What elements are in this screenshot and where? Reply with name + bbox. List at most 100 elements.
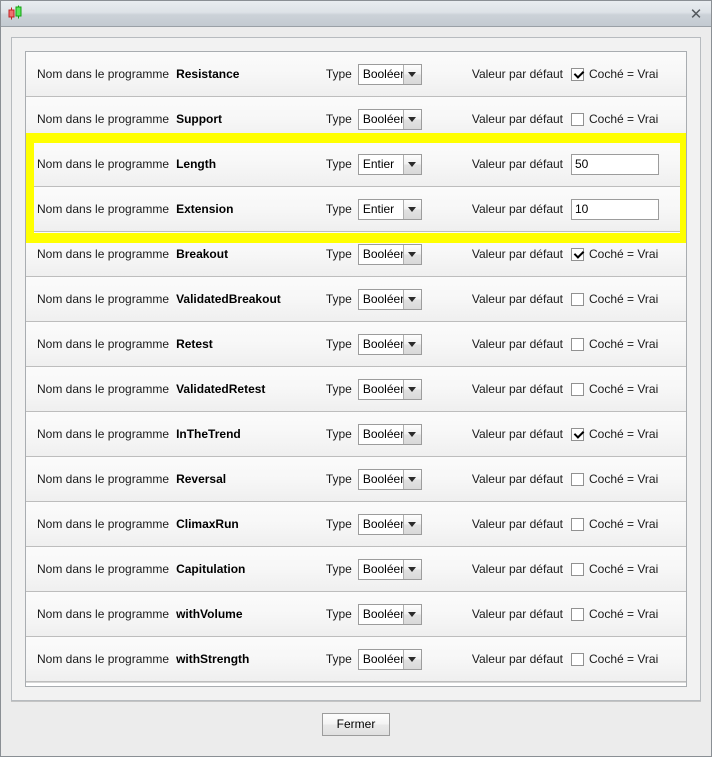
type-dropdown[interactable]: Booléen [357, 603, 422, 625]
type-dropdown-value: Booléen [358, 64, 403, 84]
checkbox-unchecked-icon[interactable] [571, 652, 584, 666]
chevron-down-icon [402, 469, 421, 489]
checkbox-unchecked-icon[interactable] [571, 337, 584, 351]
default-value-checkbox-cell[interactable]: Coché = Vrai [571, 427, 686, 441]
parameter-name: Resistance [176, 67, 240, 81]
parameter-name: InTheTrend [176, 427, 241, 441]
checkbox-label: Coché = Vrai [589, 337, 659, 351]
table-row: Nom dans le programme Breakout Type Booléen… [26, 232, 686, 277]
parameter-name: Extension [176, 202, 234, 216]
checkbox-label: Coché = Vrai [589, 112, 659, 126]
type-dropdown[interactable]: Booléen [357, 468, 422, 490]
default-value-label: Valeur par défaut [471, 67, 563, 81]
chevron-down-glyph [408, 566, 417, 572]
parameter-name: withVolume [176, 607, 243, 621]
type-label: Type [325, 157, 352, 171]
parameter-list-panel: Nom dans le programme Resistance Type Boolé… [25, 51, 687, 687]
type-dropdown[interactable]: Booléen [357, 108, 422, 130]
default-value-checkbox-cell[interactable]: Coché = Vrai [571, 247, 686, 261]
default-value-checkbox-cell[interactable]: Coché = Vrai [571, 112, 686, 126]
type-dropdown-value: Booléen [358, 289, 403, 309]
type-label: Type [325, 607, 352, 621]
type-dropdown[interactable]: Booléen [357, 333, 422, 355]
window-close-button[interactable]: ✕ [681, 1, 711, 26]
table-row: Nom dans le programme withVolume Type Boolé… [26, 592, 686, 637]
row-name-label: Nom dans le programme [37, 112, 170, 126]
default-value-checkbox-cell[interactable]: Coché = Vrai [571, 337, 686, 351]
chevron-down-icon [402, 559, 421, 579]
content-frame: Nom dans le programme Resistance Type Boolé… [11, 37, 701, 701]
parameter-name: Reversal [176, 472, 227, 486]
chevron-down-glyph [408, 611, 417, 617]
checkbox-unchecked-icon[interactable] [571, 517, 584, 531]
row-name-label: Nom dans le programme [37, 427, 170, 441]
default-value-label: Valeur par défaut [471, 382, 563, 396]
row-name-label: Nom dans le programme [37, 472, 170, 486]
checkbox-unchecked-icon[interactable] [571, 562, 584, 576]
type-dropdown[interactable]: Booléen [357, 243, 422, 265]
close-button[interactable]: Fermer [321, 712, 391, 736]
default-value-label: Valeur par défaut [471, 202, 563, 216]
type-dropdown-value: Booléen [358, 334, 403, 354]
default-value-checkbox-cell[interactable]: Coché = Vrai [571, 472, 686, 486]
type-dropdown[interactable]: Entier [357, 198, 422, 220]
table-row: Nom dans le programme InTheTrend Type Boolé… [26, 412, 686, 457]
table-row: Nom dans le programme Resistance Type Boolé… [26, 52, 686, 97]
parameter-name: withStrength [176, 652, 250, 666]
type-label: Type [325, 427, 352, 441]
checkbox-label: Coché = Vrai [589, 562, 659, 576]
type-dropdown[interactable]: Booléen [357, 648, 422, 670]
chevron-down-icon [402, 64, 421, 84]
parameter-name: ValidatedRetest [176, 382, 266, 396]
parameter-name: Retest [176, 337, 213, 351]
type-dropdown[interactable]: Booléen [357, 63, 422, 85]
checkbox-checked-icon[interactable] [571, 247, 584, 261]
default-value-checkbox-cell[interactable]: Coché = Vrai [571, 382, 686, 396]
default-value-checkbox-cell[interactable]: Coché = Vrai [571, 607, 686, 621]
list-empty-trailing-row [26, 682, 686, 686]
default-value-checkbox-cell[interactable]: Coché = Vrai [571, 517, 686, 531]
type-dropdown[interactable]: Booléen [357, 288, 422, 310]
type-dropdown[interactable]: Entier [357, 153, 422, 175]
checkbox-unchecked-icon[interactable] [571, 607, 584, 621]
type-label: Type [325, 652, 352, 666]
type-dropdown[interactable]: Booléen [357, 423, 422, 445]
default-value-input-cell [571, 198, 686, 220]
default-value-checkbox-cell[interactable]: Coché = Vrai [571, 292, 686, 306]
default-value-checkbox-cell[interactable]: Coché = Vrai [571, 562, 686, 576]
chevron-down-icon [402, 109, 421, 129]
type-label: Type [325, 337, 352, 351]
table-row: Nom dans le programme withStrength Type Boo… [26, 637, 686, 682]
row-name-label: Nom dans le programme [37, 247, 170, 261]
type-dropdown-value: Booléen [358, 469, 403, 489]
chevron-down-icon [402, 154, 421, 174]
type-dropdown[interactable]: Booléen [357, 378, 422, 400]
row-name-label: Nom dans le programme [37, 157, 170, 171]
chevron-down-glyph [408, 161, 417, 167]
parameter-rows-host: Nom dans le programme Resistance Type Boolé… [26, 52, 686, 682]
checkbox-unchecked-icon[interactable] [571, 382, 584, 396]
chevron-down-icon [402, 334, 421, 354]
checkbox-label: Coché = Vrai [589, 607, 659, 621]
checkbox-unchecked-icon[interactable] [571, 292, 584, 306]
default-value-input[interactable] [571, 198, 659, 220]
type-dropdown[interactable]: Booléen [357, 513, 422, 535]
default-value-checkbox-cell[interactable]: Coché = Vrai [571, 67, 686, 81]
checkbox-unchecked-icon[interactable] [571, 472, 584, 486]
dialog-body: Nom dans le programme Resistance Type Boolé… [1, 27, 711, 756]
default-value-label: Valeur par défaut [471, 562, 563, 576]
type-dropdown-value: Booléen [358, 559, 403, 579]
type-label: Type [325, 517, 352, 531]
chevron-down-icon [402, 424, 421, 444]
type-label: Type [325, 247, 352, 261]
default-value-input[interactable] [571, 153, 659, 175]
checkbox-checked-icon[interactable] [571, 67, 584, 81]
default-value-checkbox-cell[interactable]: Coché = Vrai [571, 652, 686, 666]
type-dropdown[interactable]: Booléen [357, 558, 422, 580]
type-label: Type [325, 202, 352, 216]
row-name-label: Nom dans le programme [37, 607, 170, 621]
checkbox-unchecked-icon[interactable] [571, 112, 584, 126]
checkbox-checked-icon[interactable] [571, 427, 584, 441]
checkbox-label: Coché = Vrai [589, 517, 659, 531]
chevron-down-glyph [408, 341, 417, 347]
